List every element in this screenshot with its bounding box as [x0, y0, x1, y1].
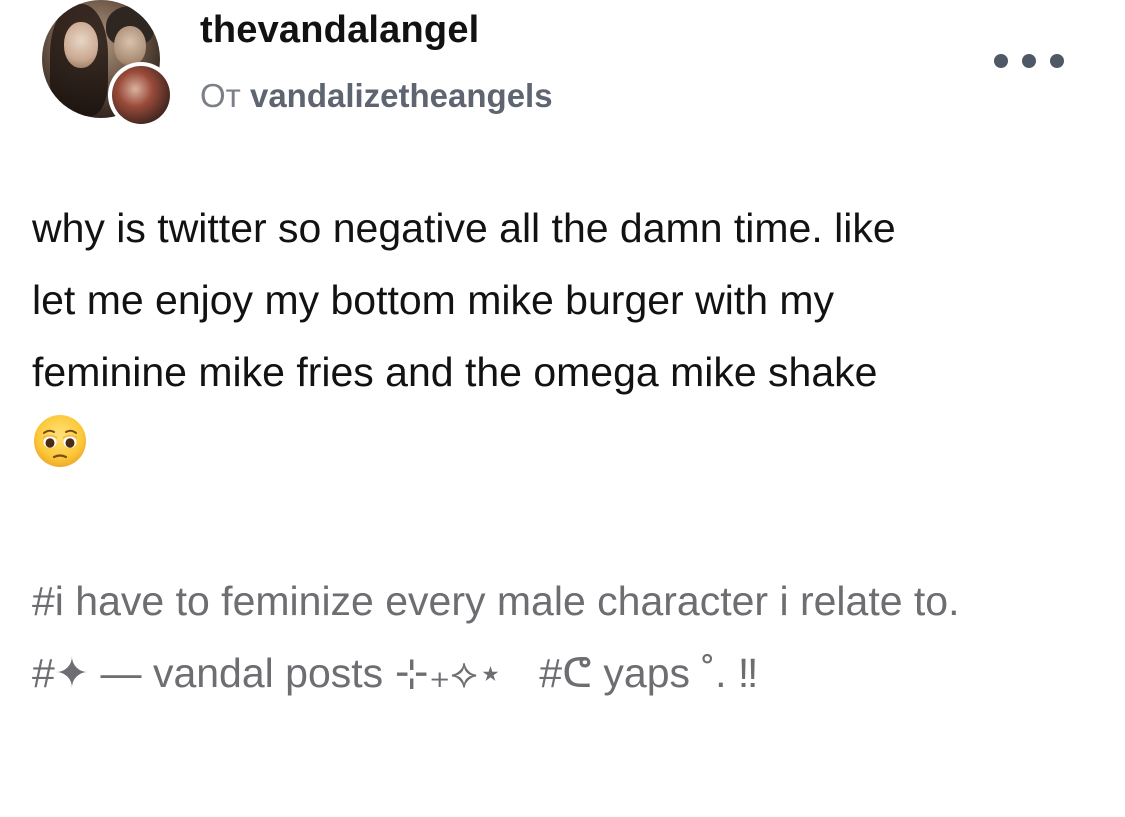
- reblog-source-avatar[interactable]: [108, 62, 174, 128]
- reblog-prefix: От: [200, 77, 241, 114]
- post-body-line: why is twitter so negative all the damn …: [32, 205, 896, 251]
- post-body: why is twitter so negative all the damn …: [32, 192, 1092, 408]
- post-card: thevandalangel От vandalizetheangels why…: [0, 0, 1125, 817]
- reblog-source-link[interactable]: vandalizetheangels: [250, 77, 553, 114]
- post-body-line: feminine mike fries and the omega mike s…: [32, 349, 878, 395]
- reblog-attribution: От vandalizetheangels: [200, 74, 553, 118]
- more-dots-icon: [994, 54, 1008, 68]
- more-options-button[interactable]: [994, 44, 1064, 78]
- author-username[interactable]: thevandalangel: [200, 6, 479, 54]
- pleading-face-emoji: [34, 415, 86, 467]
- tag-vandal-posts[interactable]: #✦ — vandal posts ⊹₊⟡⋆: [32, 650, 503, 696]
- tag-yaps[interactable]: #ᕦ yaps ˚. ‼: [539, 650, 758, 696]
- post-tags: #i have to feminize every male character…: [32, 565, 1092, 709]
- tag-feminize[interactable]: #i have to feminize every male character…: [32, 578, 960, 624]
- post-body-line: let me enjoy my bottom mike burger with …: [32, 277, 835, 323]
